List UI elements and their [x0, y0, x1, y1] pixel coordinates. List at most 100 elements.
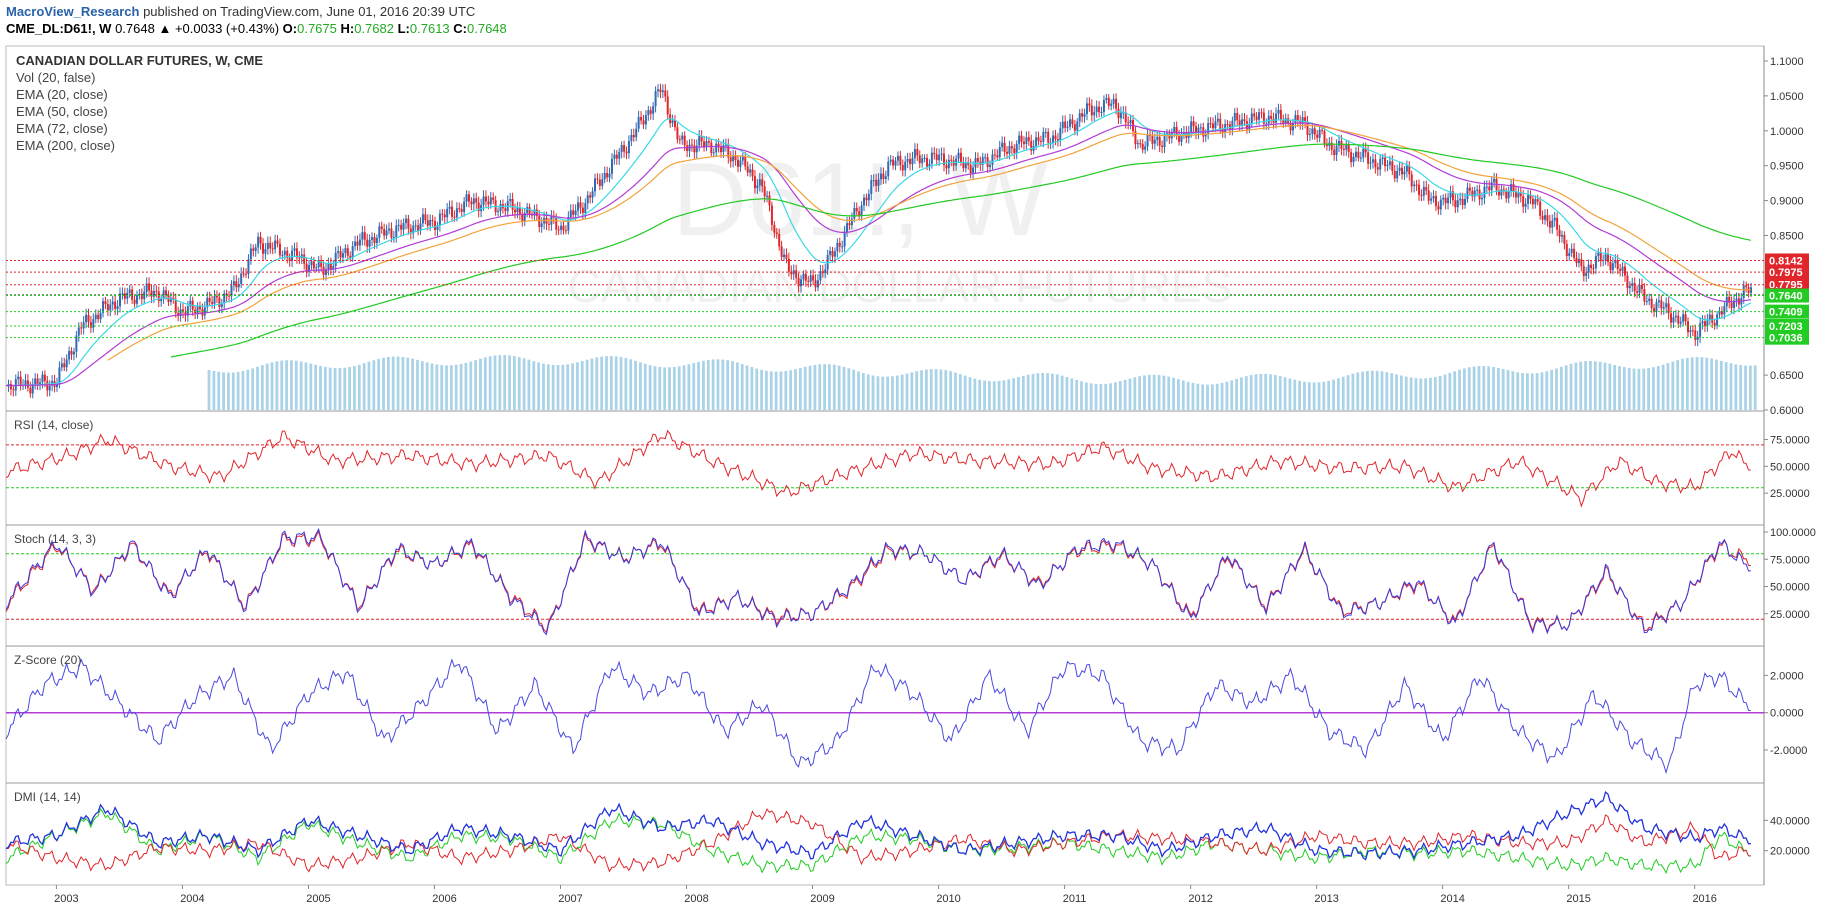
candle-body	[1228, 124, 1231, 130]
candle-body	[1427, 190, 1430, 201]
candle-body	[1577, 259, 1580, 263]
chart-canvas[interactable]: D61!, WCANADIAN DOLLAR FUTURES1.10001.05…	[0, 0, 1824, 908]
candle-body	[36, 378, 39, 385]
candle-body	[89, 322, 92, 328]
candle-body	[734, 155, 737, 160]
candle-body	[196, 306, 199, 314]
volume-bar	[798, 368, 802, 410]
candle-body	[659, 89, 662, 93]
legend-ema72[interactable]: EMA (72, close)	[16, 120, 263, 137]
legend-vol[interactable]: Vol (20, false)	[16, 69, 263, 86]
volume-bar	[299, 361, 303, 410]
candle-body	[833, 251, 836, 257]
candle-body	[499, 204, 502, 212]
volume-bar	[1574, 362, 1578, 410]
candle-body	[48, 385, 51, 391]
candle-body	[366, 239, 369, 247]
candle-body	[1275, 113, 1278, 123]
candle-body	[780, 246, 783, 258]
candle-body	[1628, 285, 1631, 289]
candle-body	[1553, 217, 1556, 221]
volume-bar	[1046, 373, 1049, 410]
volume-bar	[396, 356, 400, 410]
candle-body	[1110, 103, 1113, 106]
candle-body	[1708, 314, 1711, 320]
volume-bar	[576, 362, 579, 410]
candle-body	[341, 253, 344, 258]
candle-body	[1005, 151, 1008, 154]
volume-bar	[445, 365, 448, 410]
candle-body	[758, 179, 761, 186]
candle-body	[123, 293, 126, 299]
legend-ema20[interactable]: EMA (20, close)	[16, 86, 263, 103]
candle-body	[203, 307, 206, 316]
volume-bar	[716, 359, 720, 410]
candle-body	[882, 173, 885, 179]
candle-body	[160, 298, 163, 302]
volume-bar	[236, 371, 240, 410]
candle-body	[1432, 196, 1435, 199]
candle-body	[1178, 135, 1181, 142]
candle-body	[751, 169, 754, 177]
candle-body	[1374, 159, 1377, 168]
candle-body	[560, 225, 563, 230]
legend-ema200[interactable]: EMA (200, close)	[16, 137, 263, 154]
candle-body	[451, 206, 454, 217]
zscore-tick-label: -2.0000	[1770, 745, 1807, 757]
candle-body	[1059, 128, 1062, 141]
candle-body	[671, 120, 674, 124]
candle-body	[1069, 119, 1072, 127]
candle-body	[1258, 112, 1261, 120]
candle-body	[472, 198, 475, 205]
volume-bar	[1346, 375, 1350, 410]
candle-body	[1209, 123, 1212, 125]
candle-body	[918, 155, 921, 164]
candle-body	[65, 359, 68, 368]
candle-body	[1037, 137, 1040, 141]
candle-body	[1238, 120, 1241, 126]
candle-body	[993, 154, 996, 156]
candle-body	[1655, 302, 1658, 312]
volume-bar	[711, 359, 715, 410]
candle-body	[1001, 142, 1004, 148]
candle-body	[1563, 235, 1566, 244]
zscore-title: Z-Score (20)	[14, 653, 81, 667]
candle-body	[281, 254, 284, 256]
candle-body	[1430, 198, 1433, 201]
candle-body	[1689, 330, 1692, 333]
stoch-title: Stoch (14, 3, 3)	[14, 532, 96, 546]
volume-bar	[1419, 378, 1423, 410]
volume-bar	[449, 365, 453, 410]
candle-body	[652, 106, 655, 114]
candle-body	[855, 207, 858, 212]
candle-body	[989, 164, 992, 168]
volume-bar	[386, 357, 390, 410]
volume-bar	[803, 366, 807, 410]
volume-bar	[430, 363, 434, 410]
volume-bar	[1409, 377, 1413, 410]
volume-bar	[1526, 373, 1529, 410]
candle-body	[601, 179, 604, 186]
volume-bar	[740, 363, 744, 410]
candle-body	[1260, 112, 1263, 114]
volume-bar	[1613, 364, 1617, 410]
volume-bar	[813, 364, 817, 410]
candle-body	[1316, 134, 1319, 138]
candle-body	[361, 232, 364, 240]
legend-ema50[interactable]: EMA (50, close)	[16, 103, 263, 120]
candle-body	[1505, 191, 1508, 199]
candle-body	[17, 376, 20, 380]
candle-body	[1095, 106, 1098, 113]
candle-body	[846, 223, 849, 232]
candle-body	[635, 128, 638, 138]
candle-body	[848, 223, 851, 226]
candle-body	[1064, 121, 1067, 128]
volume-bar	[1361, 371, 1365, 410]
candle-body	[1318, 129, 1321, 138]
volume-bar	[837, 365, 841, 410]
candle-body	[1621, 266, 1624, 271]
volume-bar	[1477, 366, 1481, 410]
volume-bar	[1230, 380, 1234, 410]
volume-bar	[391, 356, 395, 410]
candle-body	[831, 250, 834, 257]
